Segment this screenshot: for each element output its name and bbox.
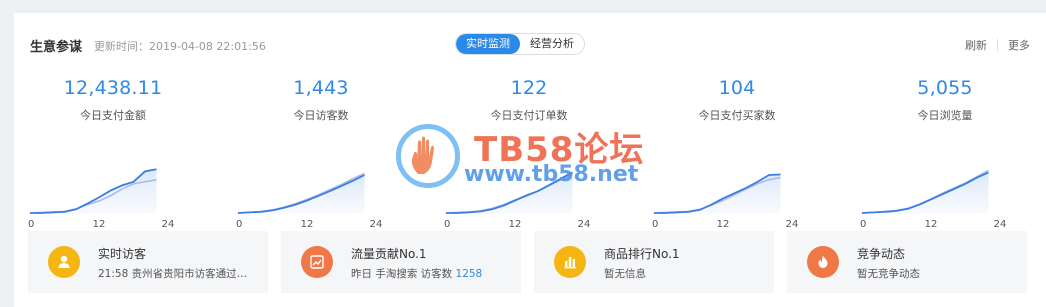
metric-pageviews[interactable]: 5,055 今日浏览量 0 12 24	[860, 77, 1030, 230]
x-tick-label: 24	[370, 219, 383, 230]
update-time: 更新时间：2019-04-08 22:01:56	[94, 40, 266, 53]
card-subtitle: 暂无竞争动态	[857, 266, 920, 281]
panel-title: 生意参谋	[30, 40, 83, 55]
trend-icon	[301, 246, 333, 278]
metric-value: 104	[718, 77, 756, 99]
info-cards: 实时访客 21:58 贵州省贵阳市访客通过… 流量贡献No.1 昨日 手淘搜索 …	[28, 231, 1028, 293]
metric-label: 今日浏览量	[917, 109, 973, 122]
metric-orders[interactable]: 122 今日支付订单数 0 12 24	[444, 77, 614, 230]
x-tick-label: 12	[925, 219, 938, 230]
metric-label: 今日访客数	[293, 109, 349, 122]
x-tick-label: 24	[994, 219, 1007, 230]
card-title: 竞争动态	[857, 247, 906, 261]
metric-label: 今日支付买家数	[698, 109, 776, 122]
more-button[interactable]: 更多	[1008, 37, 1030, 53]
card-subtitle: 昨日 手淘搜索 访客数 1258	[351, 266, 482, 281]
card-subtitle-text: 昨日 手淘搜索 访客数	[351, 268, 456, 280]
card-product-ranking[interactable]: 商品排行No.1 暂无信息	[534, 231, 774, 293]
visitor-count: 1258	[455, 268, 483, 280]
card-traffic-contribution[interactable]: 流量贡献No.1 昨日 手淘搜索 访客数 1258	[281, 231, 521, 293]
sparkline-area	[30, 169, 157, 214]
x-tick-label: 24	[786, 219, 799, 230]
tab-realtime-monitoring[interactable]: 实时监测	[456, 34, 520, 54]
metric-sparkline: 0 12 24	[28, 168, 174, 230]
refresh-button[interactable]: 刷新	[965, 37, 987, 53]
sparkline-area	[238, 175, 365, 214]
metric-value: 1,443	[293, 77, 349, 99]
divider	[997, 39, 998, 51]
x-tick-label: 12	[509, 219, 522, 230]
sparkline-area	[446, 172, 573, 214]
flame-icon	[807, 246, 839, 278]
card-title: 商品排行No.1	[604, 247, 680, 261]
tab-business-analysis[interactable]: 经营分析	[520, 34, 584, 54]
x-tick-label: 0	[652, 219, 658, 230]
metrics-row: 12,438.11 今日支付金额 0 12 24 1,443 今日访客数 0 12 24…	[14, 77, 1046, 230]
card-title: 实时访客	[98, 247, 147, 261]
metric-sparkline: 0 12 24	[652, 173, 798, 230]
sparkline-area	[862, 172, 989, 214]
business-advisor-panel: 生意参谋 更新时间：2019-04-08 22:01:56 实时监测 经营分析 …	[14, 13, 1046, 307]
metric-label: 今日支付金额	[80, 109, 146, 122]
x-tick-label: 24	[578, 219, 591, 230]
x-tick-label: 0	[444, 219, 450, 230]
x-tick-label: 0	[860, 219, 866, 230]
x-tick-label: 12	[717, 219, 730, 230]
x-tick-label: 12	[93, 219, 106, 230]
panel-header: 生意参谋 更新时间：2019-04-08 22:01:56 实时监测 经营分析 …	[14, 13, 1046, 73]
card-subtitle-text: 暂无竞争动态	[857, 268, 920, 280]
x-tick-label: 12	[301, 219, 314, 230]
bar-chart-icon	[554, 246, 586, 278]
card-subtitle-text: 暂无信息	[604, 268, 646, 280]
metric-payment-amount[interactable]: 12,438.11 今日支付金额 0 12 24	[28, 77, 198, 230]
card-competition[interactable]: 竞争动态 暂无竞争动态	[787, 231, 1027, 293]
metric-visitors[interactable]: 1,443 今日访客数 0 12 24	[236, 77, 406, 230]
metric-value: 122	[510, 77, 548, 99]
view-tabs: 实时监测 经营分析	[455, 33, 585, 55]
card-subtitle: 暂无信息	[604, 266, 646, 281]
x-tick-label: 24	[162, 219, 175, 230]
card-title: 流量贡献No.1	[351, 247, 427, 261]
metric-label: 今日支付订单数	[490, 109, 568, 122]
metric-sparkline: 0 12 24	[444, 171, 590, 230]
card-subtitle-text: 21:58 贵州省贵阳市访客通过…	[98, 268, 248, 280]
card-subtitle: 21:58 贵州省贵阳市访客通过…	[98, 266, 247, 281]
x-tick-label: 0	[28, 219, 34, 230]
metric-sparkline: 0 12 24	[860, 169, 1006, 230]
x-tick-label: 0	[236, 219, 242, 230]
metric-buyers[interactable]: 104 今日支付买家数 0 12 24	[652, 77, 822, 230]
card-realtime-visitors[interactable]: 实时访客 21:58 贵州省贵阳市访客通过…	[28, 231, 268, 293]
user-icon	[48, 246, 80, 278]
metric-value: 12,438.11	[63, 77, 163, 99]
header-actions: 刷新 更多	[965, 37, 1030, 53]
metric-value: 5,055	[917, 77, 973, 99]
metric-sparkline: 0 12 24	[236, 172, 382, 230]
